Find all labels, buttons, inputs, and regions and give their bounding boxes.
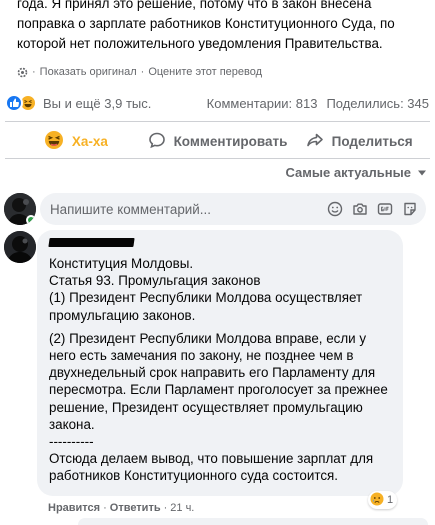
camera-icon[interactable] [352, 201, 368, 217]
comment-sort-dropdown[interactable]: Самые актуальные [286, 165, 428, 180]
gear-icon [17, 67, 28, 78]
comment-reaction-badge[interactable]: 1 [368, 491, 398, 509]
translation-row: · Показать оригинал · Оцените этот перев… [17, 66, 262, 78]
rate-translation-link[interactable]: Оцените этот перевод [148, 66, 262, 78]
reactions-count: Вы и ещё 3,9 тыс. [43, 95, 152, 111]
sort-label: Самые актуальные [285, 165, 412, 180]
reply-input[interactable] [78, 518, 428, 525]
comment-button[interactable]: Комментировать [147, 131, 289, 152]
comment-line: Отсюда делаем вывод, что повышение зарпл… [49, 451, 374, 484]
gif-icon[interactable] [377, 201, 393, 217]
sticker-icon[interactable] [402, 201, 418, 217]
shares-count[interactable]: Поделились: 345 [326, 96, 429, 111]
emoji-icon[interactable] [327, 201, 343, 217]
share-label: Поделиться [331, 133, 413, 149]
comment-meta: Нравится · Ответить · 21 ч. [48, 502, 195, 514]
haha-icon [44, 130, 64, 153]
caret-down-icon [417, 165, 427, 180]
show-original-link[interactable]: Показать оригинал [40, 66, 137, 78]
reaction-count: 1 [387, 494, 394, 506]
commenter-name-redacted[interactable] [48, 238, 135, 247]
comment-line: (2) Президент Республики Молдова вправе,… [49, 330, 388, 432]
comment-bubble: Конституция Молдовы. Статья 93. Промульг… [37, 230, 403, 496]
commenter-avatar[interactable] [4, 231, 36, 263]
comment-label: Комментировать [173, 133, 288, 149]
reply-comment-button[interactable]: Ответить [110, 502, 161, 514]
comment-input-placeholder: Напишите комментарий... [50, 201, 211, 217]
comment-line: Статья 93. Промульгация законов [49, 273, 261, 289]
divider [5, 121, 430, 122]
comment-icon [148, 131, 166, 152]
haha-button[interactable]: Ха-ха [5, 130, 147, 153]
comments-count[interactable]: Комментарии: 813 [207, 96, 318, 111]
post-actions: Ха-ха Комментировать Поделиться [5, 124, 430, 158]
comment-line: (1) Президент Республики Молдова осущест… [49, 290, 363, 323]
comment-timestamp[interactable]: 21 ч. [170, 502, 194, 514]
post-text: года. Я принял это решение, потому что в… [17, 0, 395, 51]
reaction-summary[interactable]: Вы и ещё 3,9 тыс. [5, 94, 151, 112]
share-button[interactable]: Поделиться [288, 131, 430, 152]
share-icon [306, 131, 324, 152]
post-stats: Вы и ещё 3,9 тыс. Комментарии: 813 Подел… [5, 92, 429, 114]
online-status-dot [26, 215, 36, 225]
like-comment-button[interactable]: Нравится [48, 502, 100, 514]
comment-input[interactable]: Напишите комментарий... [40, 193, 426, 225]
like-reaction-icon [5, 94, 23, 112]
comment-line: ---------- [49, 434, 94, 450]
divider [5, 158, 430, 159]
avatar[interactable] [4, 193, 36, 225]
haha-label: Ха-ха [71, 133, 108, 149]
sad-reaction-icon [370, 492, 384, 509]
comment-line: Конституция Молдовы. [49, 256, 194, 271]
